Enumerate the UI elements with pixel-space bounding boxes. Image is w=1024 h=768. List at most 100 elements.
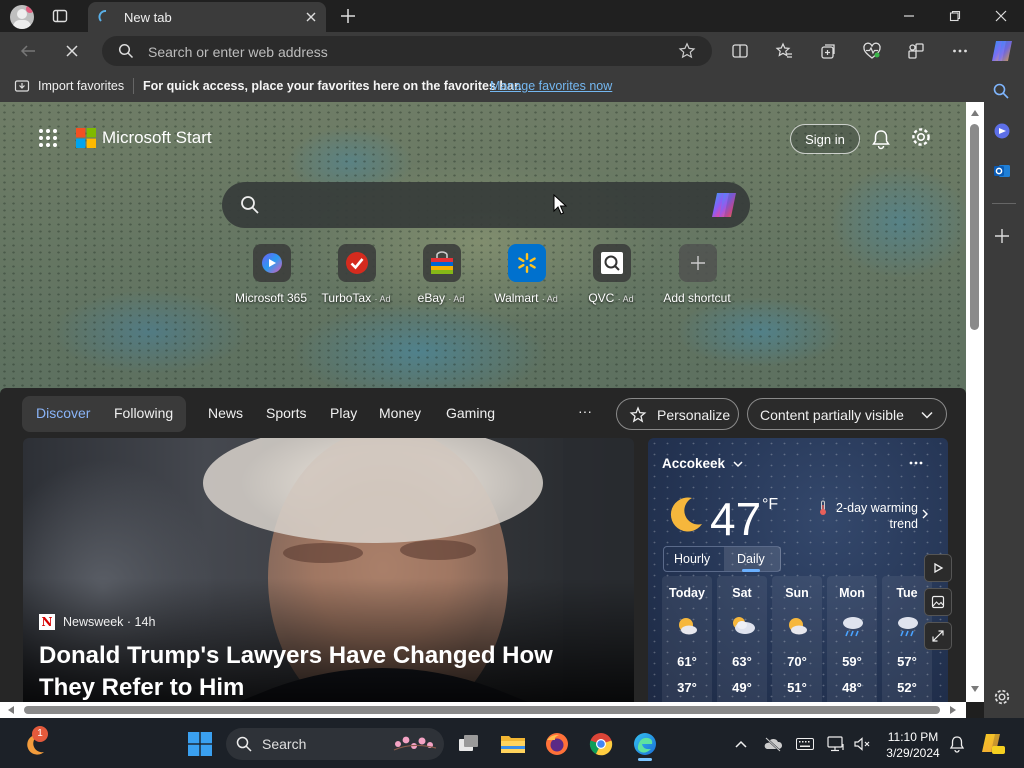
- cherry-blossom-icon: [392, 734, 438, 754]
- app-launcher-icon[interactable]: [38, 128, 58, 148]
- address-bar[interactable]: Search or enter web address: [102, 36, 712, 66]
- tab-news[interactable]: News: [208, 405, 243, 421]
- forecast-day[interactable]: Sat 63° 49°: [717, 576, 767, 702]
- tab-actions-icon[interactable]: [52, 8, 68, 24]
- import-favorites-icon[interactable]: [14, 78, 30, 94]
- restore-button[interactable]: [932, 0, 978, 32]
- thermometer-icon: [818, 500, 828, 516]
- volume-muted-icon[interactable]: [846, 728, 878, 760]
- weather-location[interactable]: Accokeek: [662, 456, 725, 471]
- browser-essentials-icon[interactable]: [861, 40, 883, 62]
- copilot-preview-icon[interactable]: [977, 728, 1009, 760]
- page-settings-gear-icon[interactable]: [908, 124, 934, 150]
- personalize-button[interactable]: Personalize: [616, 398, 739, 430]
- favorites-bar-message: For quick access, place your favorites h…: [143, 79, 522, 93]
- profile-avatar[interactable]: [10, 5, 34, 29]
- scroll-up-icon[interactable]: [971, 110, 979, 116]
- tab-following[interactable]: Following: [114, 405, 173, 421]
- chrome-icon[interactable]: [585, 728, 617, 760]
- copilot-icon[interactable]: [989, 38, 1015, 64]
- split-screen-icon[interactable]: [729, 40, 751, 62]
- forecast-day[interactable]: Mon 59° 48°: [827, 576, 877, 702]
- favorites-icon[interactable]: [773, 40, 795, 62]
- sparkle-star-icon: [629, 406, 647, 424]
- weather-card[interactable]: Accokeek 47 °F 2-day warming trend Hourl…: [648, 438, 948, 702]
- sidebar-search-icon[interactable]: [992, 82, 1010, 100]
- minimize-button[interactable]: [886, 0, 932, 32]
- vertical-scroll-thumb[interactable]: [970, 124, 979, 330]
- more-tabs-button[interactable]: ···: [578, 403, 592, 419]
- task-view-icon[interactable]: [453, 728, 485, 760]
- forecast-low: 37°: [677, 680, 697, 695]
- add-shortcut-button[interactable]: Add shortcut: [654, 244, 740, 305]
- shortcut-qvc[interactable]: QVC · Ad: [568, 244, 654, 305]
- collections-icon[interactable]: [817, 40, 839, 62]
- sign-in-button[interactable]: Sign in: [790, 124, 860, 154]
- edge-icon[interactable]: [629, 728, 661, 761]
- tab-gaming[interactable]: Gaming: [446, 405, 495, 421]
- tab-sports[interactable]: Sports: [266, 405, 306, 421]
- weather-more-icon[interactable]: [908, 460, 924, 466]
- vertical-scrollbar[interactable]: [966, 102, 984, 702]
- microsoft-365-icon: [253, 244, 291, 282]
- extensions-icon[interactable]: [905, 40, 927, 62]
- content-visibility-dropdown[interactable]: Content partially visible: [747, 398, 947, 430]
- play-button[interactable]: [924, 554, 952, 582]
- browser-toolbar: Search or enter web address: [0, 32, 1024, 70]
- microsoft-start-logo[interactable]: Microsoft Start: [76, 127, 212, 149]
- expand-icon[interactable]: [924, 622, 952, 650]
- notification-bell-icon[interactable]: [941, 728, 973, 760]
- hero-article-card[interactable]: N Newsweek · 14h Donald Trump's Lawyers …: [23, 438, 634, 702]
- tab-money[interactable]: Money: [379, 405, 421, 421]
- scroll-right-icon[interactable]: [950, 706, 956, 714]
- horizontal-scrollbar[interactable]: [0, 702, 966, 718]
- tab-discover[interactable]: Discover: [36, 405, 90, 421]
- scroll-left-icon[interactable]: [8, 706, 14, 714]
- sidebar-copilot-icon[interactable]: [993, 122, 1011, 140]
- taskbar-clock[interactable]: 11:10 PM 3/29/2024: [880, 729, 946, 761]
- favorite-star-icon[interactable]: [678, 42, 696, 60]
- copilot-icon[interactable]: [708, 190, 740, 220]
- forecast-day[interactable]: Sun 70° 51°: [772, 576, 822, 702]
- sidebar-settings-icon[interactable]: [993, 688, 1011, 706]
- tab-play[interactable]: Play: [330, 405, 357, 421]
- shortcut-microsoft-365[interactable]: Microsoft 365: [228, 244, 314, 305]
- article-headline[interactable]: Donald Trump's Lawyers Have Changed How …: [39, 640, 609, 702]
- import-favorites-button[interactable]: Import favorites: [38, 79, 124, 93]
- image-icon[interactable]: [924, 588, 952, 616]
- more-options-icon[interactable]: [949, 40, 971, 62]
- taskbar-search-box[interactable]: Search: [226, 728, 444, 760]
- horizontal-scroll-thumb[interactable]: [24, 706, 940, 714]
- close-window-button[interactable]: [978, 0, 1024, 32]
- shortcut-turbotax[interactable]: TurboTax · Ad: [313, 244, 399, 305]
- keyboard-icon[interactable]: [789, 728, 821, 760]
- widgets-icon[interactable]: 1: [18, 726, 50, 760]
- tab-hourly[interactable]: Hourly: [674, 552, 710, 566]
- forecast-day-name: Mon: [839, 586, 865, 600]
- chevron-down-icon[interactable]: [732, 459, 744, 469]
- back-button[interactable]: [17, 40, 39, 62]
- weather-trend[interactable]: 2-day warming trend: [834, 500, 918, 532]
- scroll-down-icon[interactable]: [971, 686, 979, 692]
- firefox-icon[interactable]: [541, 728, 573, 760]
- sidebar-add-icon[interactable]: [994, 228, 1010, 244]
- onedrive-offline-icon[interactable]: [757, 728, 789, 760]
- notifications-bell-icon[interactable]: [868, 126, 894, 152]
- manage-favorites-link[interactable]: Manage favorites now: [490, 79, 612, 93]
- web-search-box[interactable]: [222, 182, 750, 228]
- forecast-day[interactable]: Today 61° 37°: [662, 576, 712, 702]
- tab-daily[interactable]: Daily: [737, 552, 765, 566]
- close-tab-icon[interactable]: [304, 10, 318, 24]
- content-visibility-label: Content partially visible: [760, 407, 904, 423]
- sidebar-outlook-icon[interactable]: [993, 162, 1011, 180]
- chevron-right-icon[interactable]: [921, 508, 929, 520]
- forecast-day-name: Sat: [732, 586, 752, 600]
- shortcut-ebay[interactable]: eBay · Ad: [398, 244, 484, 305]
- show-hidden-icons-chevron-icon[interactable]: [725, 728, 757, 760]
- file-explorer-icon[interactable]: [497, 728, 529, 760]
- tab-new-tab[interactable]: New tab: [88, 2, 326, 32]
- stop-loading-button[interactable]: [61, 40, 83, 62]
- start-button[interactable]: [184, 728, 216, 760]
- new-tab-button[interactable]: [339, 7, 357, 25]
- shortcut-walmart[interactable]: Walmart · Ad: [483, 244, 569, 305]
